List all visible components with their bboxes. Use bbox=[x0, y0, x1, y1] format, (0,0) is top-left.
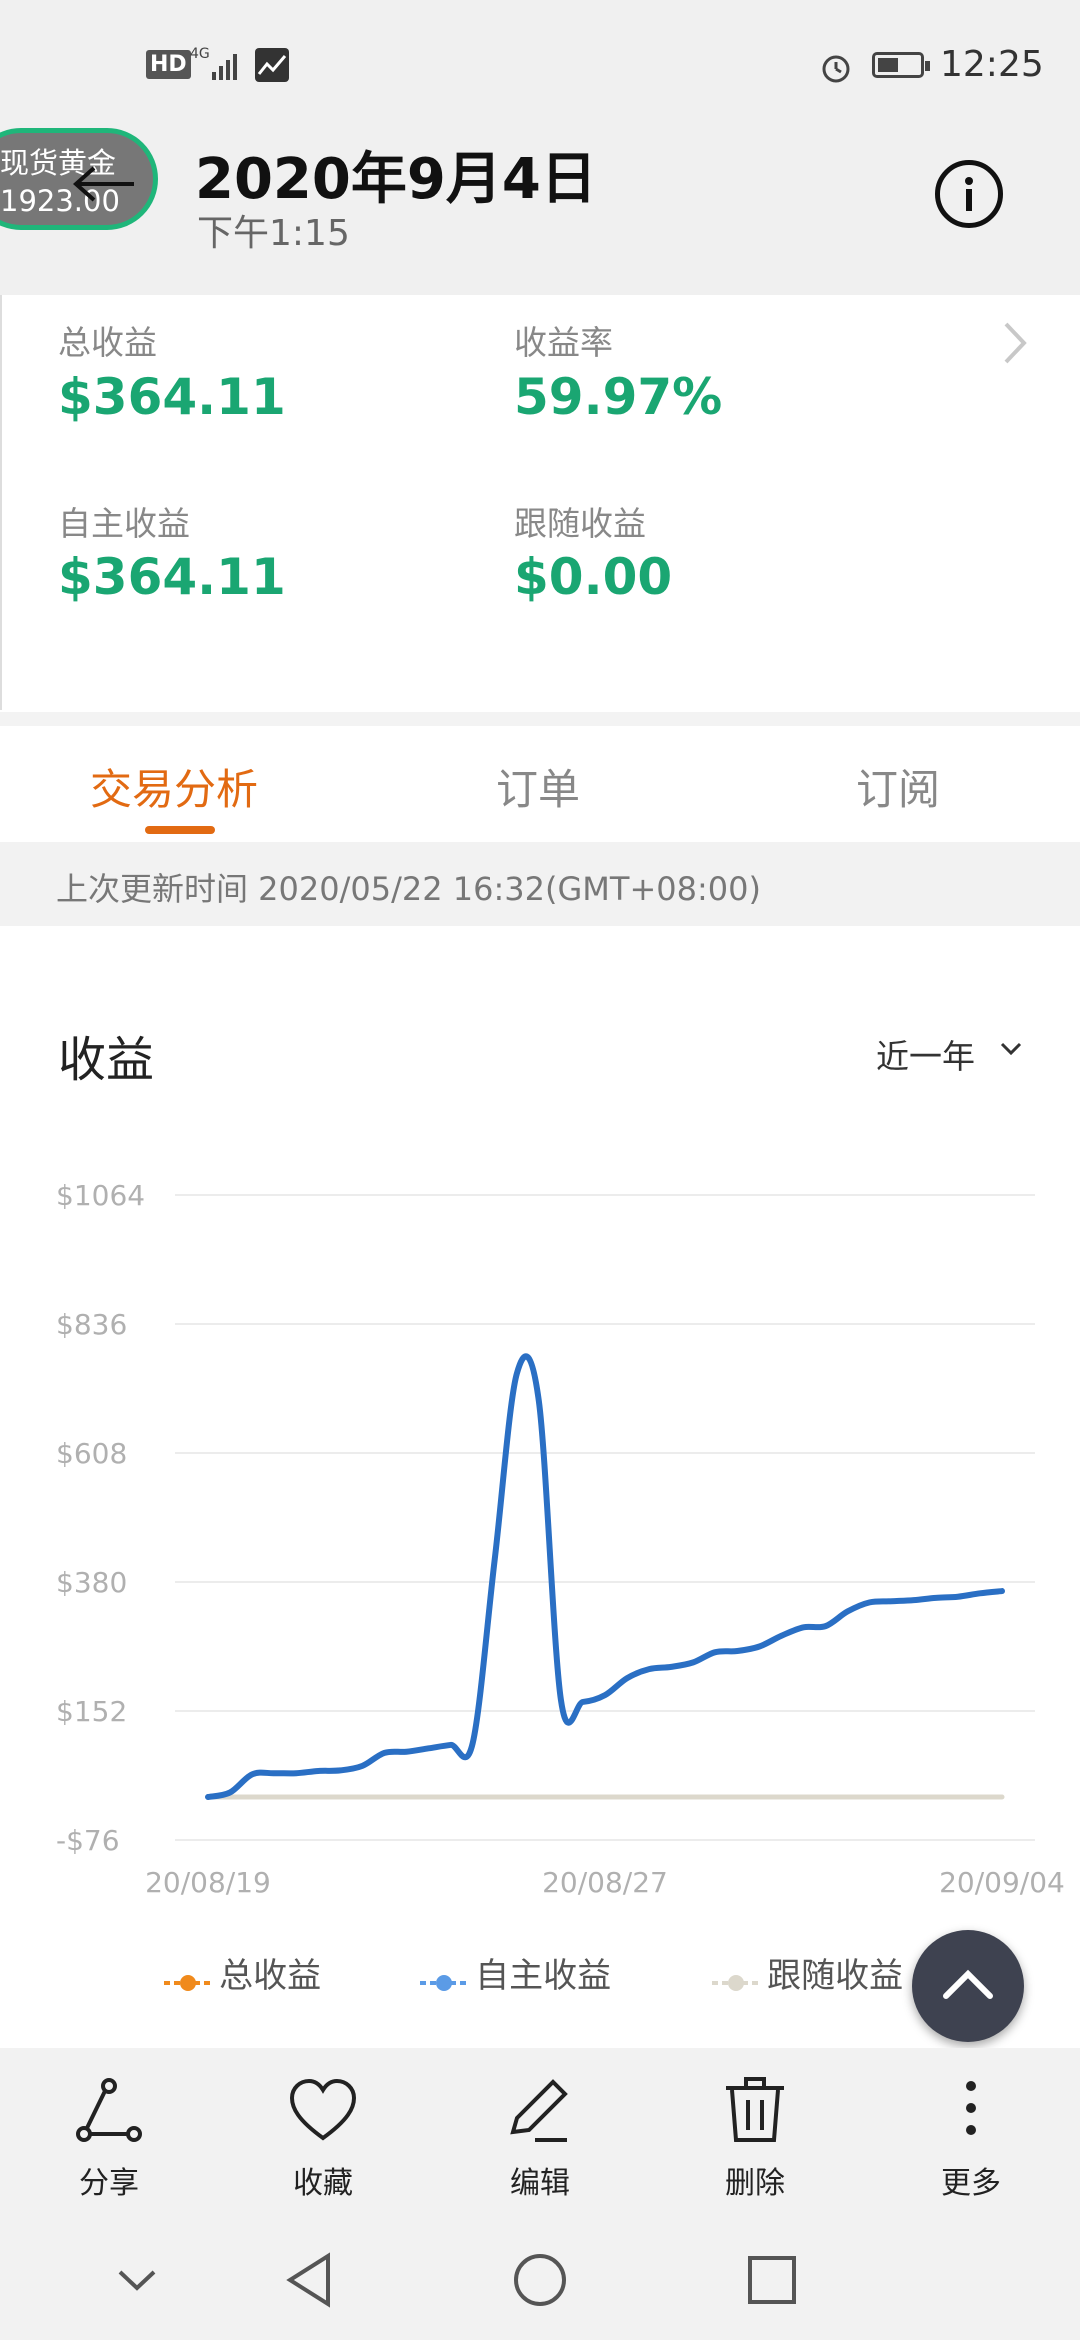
legend-follow: 跟随收益 bbox=[710, 1948, 903, 1998]
self-profit-value: $364.11 bbox=[58, 548, 286, 606]
follow-profit-value: $0.00 bbox=[514, 548, 673, 606]
more-label: 更多 bbox=[941, 2166, 1001, 2201]
chevron-down-icon[interactable] bbox=[996, 1034, 1026, 1068]
y-tick-label: $836 bbox=[56, 1308, 127, 1341]
self-profit-label: 自主收益 bbox=[58, 504, 190, 543]
clock: 12:25 bbox=[940, 44, 1044, 85]
last-update-text: 上次更新时间 2020/05/22 16:32(GMT+08:00) bbox=[56, 870, 761, 908]
info-icon[interactable] bbox=[935, 160, 1003, 228]
app-notification-icon bbox=[255, 48, 289, 82]
more-button[interactable]: 更多 bbox=[896, 2076, 1046, 2202]
signal-icon: 4G bbox=[190, 44, 246, 88]
legend-total-label: 总收益 bbox=[219, 1956, 322, 1996]
delete-label: 删除 bbox=[725, 2166, 785, 2201]
section-divider bbox=[0, 712, 1080, 726]
tab-orders[interactable]: 订单 bbox=[496, 756, 580, 817]
share-icon bbox=[76, 2078, 142, 2142]
share-label: 分享 bbox=[79, 2166, 139, 2201]
nav-recents-icon[interactable] bbox=[742, 2250, 802, 2314]
y-tick-label: $152 bbox=[56, 1695, 127, 1728]
chevron-up-icon bbox=[943, 1969, 993, 1999]
scroll-top-button[interactable] bbox=[912, 1930, 1024, 2042]
tab-trade-analysis[interactable]: 交易分析 bbox=[90, 756, 258, 817]
back-arrow-icon[interactable] bbox=[70, 164, 140, 208]
legend-follow-label: 跟随收益 bbox=[767, 1956, 904, 1996]
favorite-button[interactable]: 收藏 bbox=[248, 2076, 398, 2202]
share-button[interactable]: 分享 bbox=[34, 2076, 184, 2202]
more-icon bbox=[966, 2081, 976, 2135]
x-tick-label: 20/08/27 bbox=[542, 1866, 668, 1899]
y-tick-label: $1064 bbox=[56, 1179, 145, 1212]
page-subtitle: 下午1:15 bbox=[197, 213, 350, 254]
x-tick-label: 20/09/04 bbox=[939, 1866, 1065, 1899]
legend-self: 自主收益 bbox=[418, 1948, 611, 1998]
series-self-profit-line bbox=[205, 1353, 1005, 1800]
legend-total: 总收益 bbox=[162, 1948, 321, 1998]
follow-profit-label: 跟随收益 bbox=[514, 504, 646, 543]
legend-self-label: 自主收益 bbox=[475, 1956, 612, 1996]
total-profit-label: 总收益 bbox=[58, 323, 157, 362]
trash-icon bbox=[726, 2077, 784, 2142]
edit-label: 编辑 bbox=[510, 2166, 570, 2201]
nav-back-icon[interactable] bbox=[282, 2250, 338, 2314]
profit-line-chart: $1064 $836 $608 $380 $152 -$76 20/08/19 20/08/2… bbox=[56, 1179, 1065, 1899]
hd-indicator: HD bbox=[146, 50, 191, 79]
pencil-icon bbox=[510, 2079, 568, 2142]
y-tick-label: $608 bbox=[56, 1437, 127, 1470]
tab-subscriptions[interactable]: 订阅 bbox=[856, 756, 940, 817]
nav-hide-icon[interactable] bbox=[112, 2260, 162, 2304]
heart-icon bbox=[289, 2078, 357, 2141]
battery-icon bbox=[872, 52, 930, 78]
chart-title: 收益 bbox=[58, 1032, 155, 1088]
nav-home-icon[interactable] bbox=[510, 2250, 570, 2314]
x-tick-label: 20/08/19 bbox=[145, 1866, 271, 1899]
yield-value: 59.97% bbox=[514, 368, 723, 426]
yield-label: 收益率 bbox=[514, 323, 613, 362]
alarm-icon bbox=[818, 50, 854, 90]
edit-button[interactable]: 编辑 bbox=[465, 2076, 615, 2202]
range-selector[interactable]: 近一年 bbox=[876, 1030, 975, 1078]
chevron-right-icon[interactable] bbox=[1000, 318, 1030, 380]
total-profit-value: $364.11 bbox=[58, 368, 286, 426]
active-tab-indicator bbox=[145, 826, 215, 834]
y-tick-label: -$76 bbox=[56, 1824, 120, 1857]
delete-button[interactable]: 删除 bbox=[680, 2076, 830, 2202]
y-tick-label: $380 bbox=[56, 1566, 127, 1599]
page-title: 2020年9月4日 bbox=[195, 147, 597, 212]
network-type: 4G bbox=[190, 46, 210, 62]
favorite-label: 收藏 bbox=[293, 2166, 353, 2201]
